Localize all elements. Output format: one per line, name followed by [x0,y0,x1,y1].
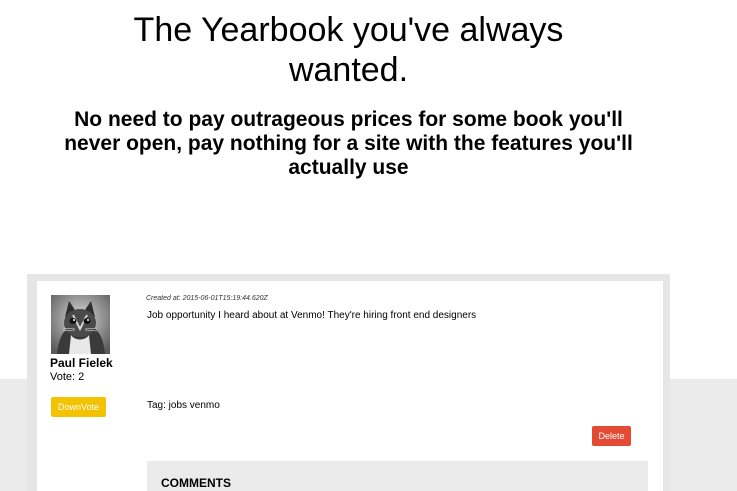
vote-count: Vote: 2 [50,371,85,383]
comments-panel: COMMENTS [147,461,648,491]
post-body: Job opportunity I heard about at Venmo! … [147,310,477,321]
author-name[interactable]: Paul Fielek [50,356,113,370]
kitten-photo-icon [51,295,110,354]
hero-title-line-2: wanted. [288,51,409,89]
hero-subtitle: No need to pay outrageous prices for som… [64,108,633,179]
delete-button[interactable]: Delete [592,426,631,446]
downvote-button[interactable]: DownVote [51,397,106,417]
hero-title-line-1: The Yearbook you've always [133,11,564,49]
comments-heading: COMMENTS [161,476,231,490]
post-tags: Tag: jobs venmo [147,400,220,411]
hero-title: The Yearbook you've always wanted. [0,10,697,90]
post-card: Paul Fielek Vote: 2 DownVote Created at:… [37,281,663,491]
created-at-timestamp: Created at: 2015-06-01T15:19:44.620Z [146,295,268,302]
